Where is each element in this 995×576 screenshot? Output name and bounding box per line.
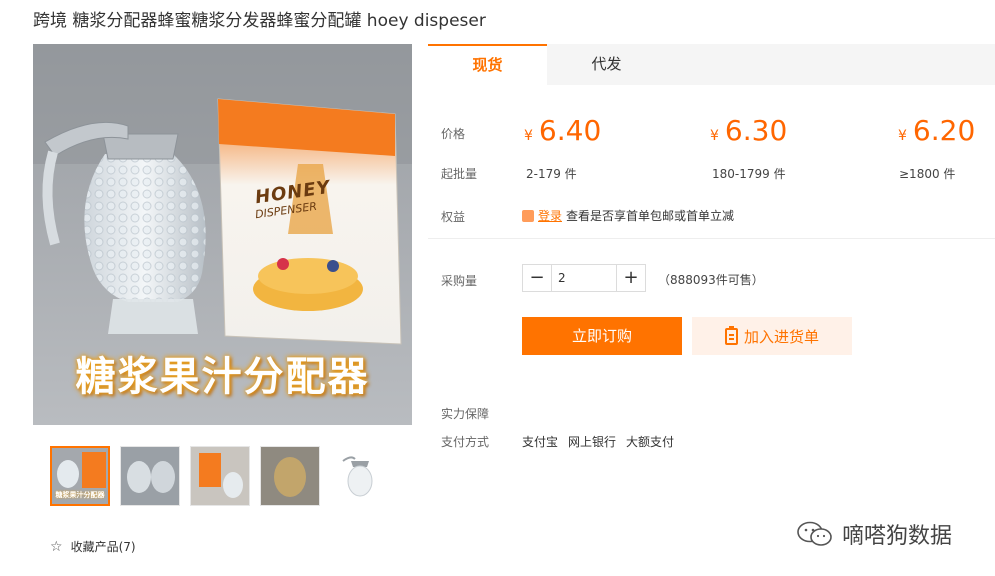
payment-online-bank: 网上银行	[568, 435, 617, 449]
clipboard-icon	[724, 325, 738, 345]
product-title: 跨境 糖浆分配器蜂蜜糖浆分发器蜂蜜分配罐 hoey dispeser	[33, 11, 486, 31]
favorite-label: 收藏产品(7)	[70, 540, 136, 554]
guarantee-label: 实力保障	[441, 407, 490, 421]
price-tier-2: ¥6.30	[710, 114, 787, 147]
price-value: 6.40	[538, 114, 602, 147]
tab-in-stock[interactable]: 现货	[428, 44, 547, 85]
payment-methods: 支付宝 网上银行 大额支付	[522, 433, 674, 450]
price-value: 6.20	[912, 114, 976, 147]
price-value: 6.30	[724, 114, 788, 147]
login-link[interactable]: 登录	[538, 207, 562, 224]
payment-large-amount: 大额支付	[626, 435, 675, 449]
tab-dropship[interactable]: 代发	[547, 44, 666, 85]
currency-symbol: ¥	[710, 128, 719, 144]
quantity-input[interactable]	[552, 265, 616, 291]
decrease-button[interactable]: −	[523, 265, 552, 291]
benefit-text: 查看是否享首单包邮或首单立减	[566, 209, 735, 223]
thumbnail-caption: 糖浆果汁分配器	[55, 491, 105, 499]
thumbnail-2[interactable]	[120, 446, 180, 506]
min-qty-label: 起批量	[441, 167, 478, 181]
thumbnail-5[interactable]	[330, 446, 390, 506]
favorite-button[interactable]: ☆ 收藏产品(7)	[50, 538, 136, 555]
watermark-text: 嘀嗒狗数据	[842, 524, 953, 549]
add-to-purchase-list-button[interactable]: 加入进货单	[692, 317, 852, 355]
currency-symbol: ¥	[524, 128, 533, 144]
qty-range-3: ≥1800 件	[899, 167, 956, 181]
currency-symbol: ¥	[898, 128, 907, 144]
divider	[428, 238, 995, 239]
price-tier-1: ¥6.40	[524, 114, 601, 147]
thumbnail-3[interactable]	[190, 446, 250, 506]
watermark: 嘀嗒狗数据	[796, 518, 952, 550]
image-overlay-text: 糖浆果汁分配器	[75, 354, 370, 400]
thumbnail-image	[121, 447, 179, 505]
payment-label: 支付方式	[441, 435, 490, 449]
benefit-label: 权益	[441, 210, 466, 224]
payment-alipay: 支付宝	[522, 435, 559, 449]
quantity-stepper: − +	[522, 264, 646, 292]
price-label: 价格	[441, 127, 466, 141]
benefit-row: 登录 查看是否享首单包邮或首单立减	[522, 207, 734, 224]
buy-now-button[interactable]: 立即订购	[522, 317, 682, 355]
qty-range-2: 180-1799 件	[712, 167, 786, 181]
main-product-image[interactable]: HONEY DISPENSER 糖浆果汁分配器	[33, 44, 412, 425]
increase-button[interactable]: +	[616, 265, 645, 291]
thumbnail-4[interactable]	[260, 446, 320, 506]
coupon-icon	[522, 209, 534, 222]
stock-available: （888093件可售）	[658, 273, 764, 287]
wechat-icon	[797, 521, 832, 546]
thumbnail-image	[261, 447, 319, 505]
add-to-list-label: 加入进货单	[743, 327, 819, 346]
thumbnail-strip: 糖浆果汁分配器	[50, 446, 390, 506]
star-icon: ☆	[50, 538, 63, 555]
thumbnail-image	[331, 447, 389, 505]
thumbnail-image	[191, 447, 249, 505]
quantity-label: 采购量	[441, 274, 478, 288]
qty-range-1: 2-179 件	[526, 167, 577, 181]
price-tier-3: ¥6.20	[898, 114, 975, 147]
tab-bar: 现货 代发	[428, 44, 995, 85]
thumbnail-1[interactable]: 糖浆果汁分配器	[50, 446, 110, 506]
